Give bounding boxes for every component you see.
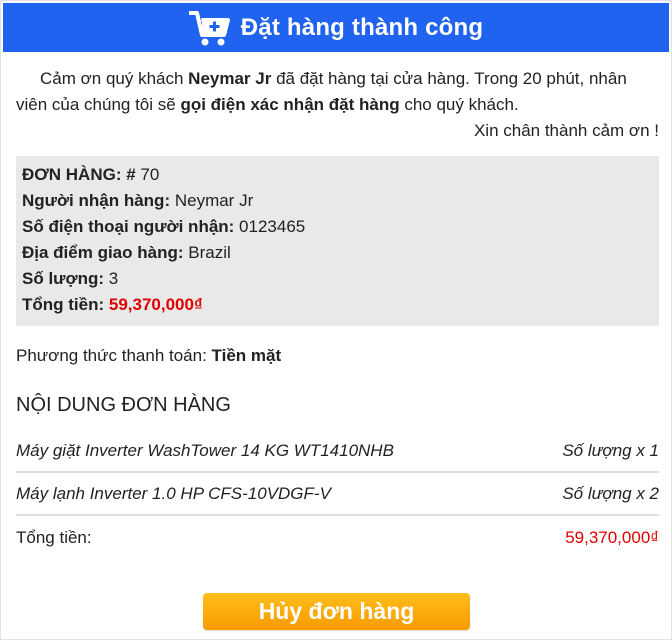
address-row: Địa điểm giao hàng: Brazil: [22, 240, 653, 266]
quantity-label: Số lượng:: [22, 269, 104, 288]
receiver-name: Neymar Jr: [170, 191, 254, 210]
quantity-value: 3: [104, 269, 119, 288]
item-quantity: Số lượng x 2: [562, 483, 659, 503]
item-name: Máy giặt Inverter WashTower 14 KG WT1410…: [16, 440, 394, 460]
order-id-label: ĐƠN HÀNG: #: [22, 165, 136, 184]
thanks-text: cho quý khách.: [399, 95, 519, 114]
receiver-label: Người nhận hàng:: [22, 191, 171, 210]
payment-value: Tiền mặt: [211, 346, 282, 365]
success-header: Đặt hàng thành công: [3, 3, 669, 52]
item-quantity: Số lượng x 1: [562, 440, 659, 460]
thank-you-message: Cảm ơn quý khách Neymar Jr đã đặt hàng t…: [16, 66, 659, 144]
quantity-row: Số lượng: 3: [22, 266, 653, 292]
total-row: Tổng tiền: 59,370,000₫: [22, 292, 653, 318]
cart-plus-icon: [188, 10, 230, 45]
payment-method: Phương thức thanh toán: Tiền mặt: [16, 346, 281, 366]
customer-name: Neymar Jr: [188, 69, 272, 88]
order-content-title: NỘI DUNG ĐƠN HÀNG: [16, 394, 231, 416]
cancel-order-button[interactable]: Hủy đơn hàng: [203, 593, 470, 630]
item-name: Máy lạnh Inverter 1.0 HP CFS-10VDGF-V: [16, 483, 331, 503]
order-items-list: Máy giặt Inverter WashTower 14 KG WT1410…: [16, 430, 659, 560]
phone-row: Số điện thoại người nhận: 0123465: [22, 214, 653, 240]
order-id: 70: [135, 165, 160, 184]
payment-label: Phương thức thanh toán:: [16, 346, 212, 365]
thanks-signature: Xin chân thành cảm ơn !: [473, 121, 659, 140]
order-id-row: ĐƠN HÀNG: # 70: [22, 162, 653, 188]
order-total-label: Tổng tiền:: [16, 528, 92, 547]
total-label: Tổng tiền:: [22, 295, 105, 314]
total-amount: 59,370,000₫: [104, 295, 203, 314]
phone-label: Số điện thoại người nhận:: [22, 217, 235, 236]
list-item: Máy giặt Inverter WashTower 14 KG WT1410…: [16, 430, 659, 473]
order-total-amount: 59,370,000₫: [565, 528, 659, 547]
page-title: Đặt hàng thành công: [240, 13, 484, 41]
thanks-text: Cảm ơn quý khách: [40, 69, 189, 88]
receiver-row: Người nhận hàng: Neymar Jr: [22, 188, 653, 214]
delivery-address: Brazil: [183, 243, 231, 262]
order-total: Tổng tiền: 59,370,000₫: [16, 516, 659, 560]
address-label: Địa điểm giao hàng:: [22, 243, 184, 262]
phone-number: 0123465: [234, 217, 306, 236]
confirm-call-text: gọi điện xác nhận đặt hàng: [180, 95, 400, 114]
order-summary: ĐƠN HÀNG: # 70 Người nhận hàng: Neymar J…: [16, 156, 659, 326]
list-item: Máy lạnh Inverter 1.0 HP CFS-10VDGF-V Số…: [16, 473, 659, 516]
